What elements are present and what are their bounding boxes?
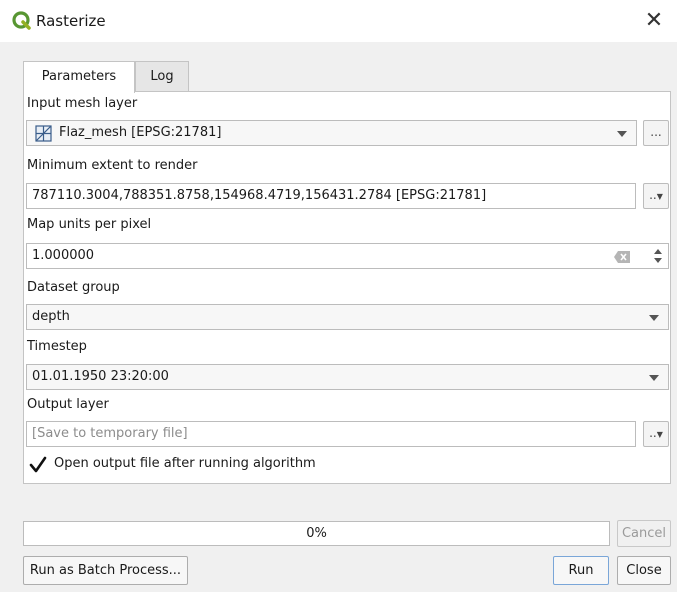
output-layer-placeholder: [Save to temporary file] xyxy=(32,426,188,441)
window-title: Rasterize xyxy=(36,12,106,30)
output-menu-label: .. xyxy=(649,426,657,440)
extent-input[interactable]: 787110.3004,788351.8758,154968.4719,1564… xyxy=(26,183,636,209)
dataset-group-label: Dataset group xyxy=(27,280,120,295)
input-mesh-layer-label: Input mesh layer xyxy=(27,96,138,111)
close-icon[interactable]: ✕ xyxy=(639,6,669,36)
output-menu-button[interactable]: ..▼ xyxy=(643,421,669,447)
browse-layer-button[interactable]: ... xyxy=(643,120,669,146)
spin-arrows-icon[interactable] xyxy=(651,246,665,266)
run-as-batch-button[interactable]: Run as Batch Process... xyxy=(23,556,188,585)
output-layer-label: Output layer xyxy=(27,397,109,412)
title-bar: Rasterize ✕ xyxy=(0,0,677,42)
input-mesh-layer-select[interactable]: Flaz_mesh [EPSG:21781] xyxy=(26,120,637,146)
map-units-value: 1.000000 xyxy=(32,248,95,263)
chevron-down-icon xyxy=(649,375,659,381)
clear-icon[interactable] xyxy=(614,251,630,263)
progress-text: 0% xyxy=(306,526,327,541)
map-units-spinbox[interactable]: 1.000000 xyxy=(26,243,669,269)
checkmark-icon[interactable] xyxy=(29,456,47,474)
run-button[interactable]: Run xyxy=(553,556,609,585)
close-button[interactable]: Close xyxy=(617,556,671,585)
cancel-button[interactable]: Cancel xyxy=(617,520,671,547)
timestep-label: Timestep xyxy=(27,339,87,354)
tab-log[interactable]: Log xyxy=(135,61,189,91)
output-layer-input[interactable]: [Save to temporary file] xyxy=(26,421,636,447)
extent-label: Minimum extent to render xyxy=(27,158,198,173)
timestep-value: 01.01.1950 23:20:00 xyxy=(32,369,169,384)
mesh-layer-icon xyxy=(35,125,52,142)
extent-menu-button[interactable]: ..▼ xyxy=(643,183,669,209)
input-mesh-layer-value: Flaz_mesh [EPSG:21781] xyxy=(59,125,222,140)
qgis-logo-icon xyxy=(12,11,31,30)
chevron-down-icon xyxy=(617,131,627,137)
tab-parameters[interactable]: Parameters xyxy=(23,61,135,93)
dataset-group-value: depth xyxy=(32,309,70,324)
timestep-select[interactable]: 01.01.1950 23:20:00 xyxy=(26,364,669,390)
extent-menu-label: .. xyxy=(649,188,657,202)
open-output-label: Open output file after running algorithm xyxy=(54,456,316,471)
dataset-group-select[interactable]: depth xyxy=(26,304,669,330)
progress-bar: 0% xyxy=(23,521,610,546)
chevron-down-icon xyxy=(649,315,659,321)
map-units-label: Map units per pixel xyxy=(27,217,152,232)
